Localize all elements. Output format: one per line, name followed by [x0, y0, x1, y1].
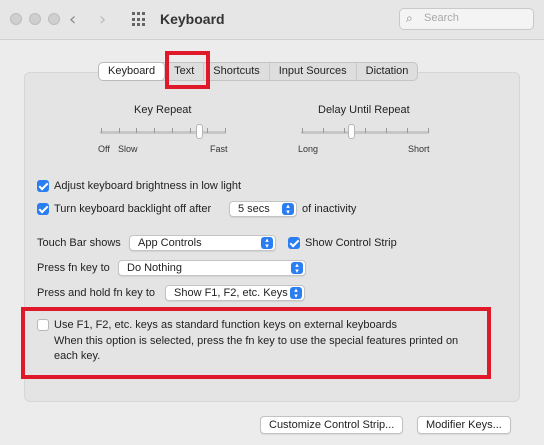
backlight-timeout-select[interactable]: 5 secs ▴ ▾ [229, 201, 297, 217]
slider-tick [225, 128, 226, 133]
delay-until-repeat-title: Delay Until Repeat [318, 104, 410, 116]
tab-shortcuts[interactable]: Shortcuts [204, 63, 270, 80]
zoom-window-button[interactable] [48, 13, 60, 25]
key-repeat-fast-label: Fast [210, 144, 228, 154]
touch-bar-select[interactable]: App Controls ▴ ▾ [129, 235, 276, 251]
search-field[interactable]: ⌕ [399, 8, 534, 30]
slider-tick [101, 128, 102, 133]
key-repeat-title: Key Repeat [134, 104, 192, 116]
delay-long-label: Long [298, 144, 319, 154]
fn-hold-label: Press and hold fn key to [37, 287, 156, 299]
fn-press-label: Press fn key to [37, 262, 110, 274]
modifier-keys-button[interactable]: Modifier Keys... [417, 416, 511, 434]
slider-tick [119, 128, 120, 133]
function-keys-highlight [21, 307, 491, 379]
brightness-label: Adjust keyboard brightness in low light [54, 180, 242, 192]
slider-tick [344, 128, 345, 133]
touch-bar-value: App Controls [138, 237, 202, 249]
fn-press-select[interactable]: Do Nothing ▴ ▾ [118, 260, 306, 276]
backlight-label: Turn keyboard backlight off after [54, 203, 212, 215]
slider-tick [323, 128, 324, 133]
backlight-timeout-value: 5 secs [238, 203, 270, 215]
close-window-button[interactable] [10, 13, 22, 25]
tab-input-sources[interactable]: Input Sources [270, 63, 357, 80]
inactivity-label: of inactivity [302, 203, 357, 215]
slider-tick [190, 128, 191, 133]
chevron-right-icon[interactable]: › [99, 9, 106, 30]
customize-control-strip-button[interactable]: Customize Control Strip... [260, 416, 404, 434]
grid-icon[interactable] [132, 12, 147, 27]
select-arrows-icon: ▴ ▾ [291, 262, 303, 275]
key-repeat-slow-label: Slow [118, 144, 138, 154]
title-bar: ‹ › Keyboard ⌕ [0, 0, 544, 40]
key-repeat-off-label: Off [98, 144, 110, 154]
slider-tick [154, 128, 155, 133]
tab-keyboard[interactable]: Keyboard [99, 63, 166, 80]
delay-until-repeat-knob[interactable] [348, 124, 355, 139]
select-arrows-icon: ▴ ▾ [290, 287, 302, 300]
slider-tick [207, 128, 208, 133]
select-arrows-icon: ▴ ▾ [261, 237, 273, 250]
magnifier-icon: ⌕ [406, 11, 413, 25]
control-strip-label: Show Control Strip [305, 237, 397, 249]
backlight-checkbox[interactable] [37, 203, 49, 215]
tab-dictation[interactable]: Dictation [357, 63, 418, 80]
control-strip-checkbox[interactable] [288, 237, 300, 249]
delay-short-label: Short [408, 144, 430, 154]
text-tab-highlight [165, 51, 210, 89]
tab-bar: Keyboard Text Shortcuts Input Sources Di… [98, 62, 419, 81]
fn-press-value: Do Nothing [127, 262, 183, 274]
select-arrows-icon: ▴ ▾ [282, 203, 294, 216]
fn-hold-select[interactable]: Show F1, F2, etc. Keys ▴ ▾ [165, 285, 305, 301]
touch-bar-label: Touch Bar shows [37, 237, 121, 249]
key-repeat-knob[interactable] [196, 124, 203, 139]
slider-tick [428, 128, 429, 133]
slider-tick [407, 128, 408, 133]
slider-tick [172, 128, 173, 133]
slider-tick [136, 128, 137, 133]
brightness-checkbox[interactable] [37, 180, 49, 192]
slider-tick [386, 128, 387, 133]
search-input[interactable] [424, 12, 529, 24]
fn-hold-value: Show F1, F2, etc. Keys [174, 287, 288, 299]
chevron-left-icon[interactable]: ‹ [69, 9, 76, 30]
slider-tick [302, 128, 303, 133]
minimize-window-button[interactable] [29, 13, 41, 25]
slider-tick [365, 128, 366, 133]
window-title: Keyboard [160, 11, 225, 27]
